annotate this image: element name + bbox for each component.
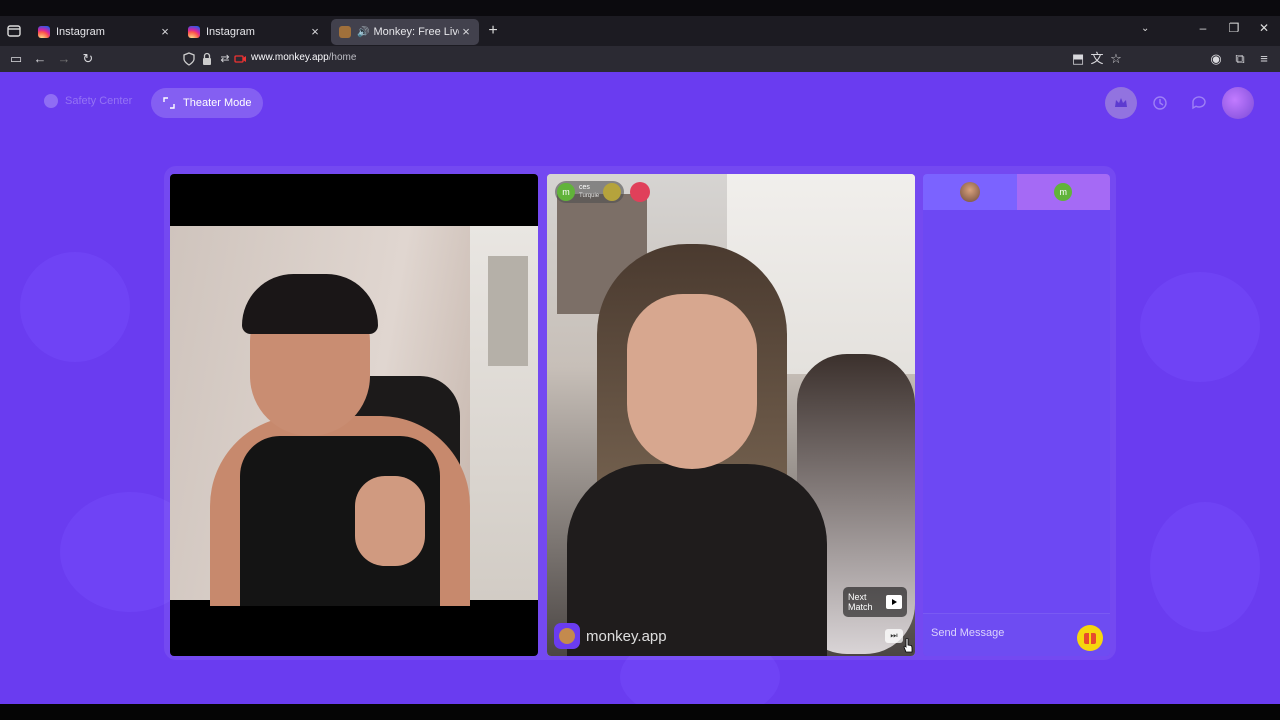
instagram-icon <box>38 26 50 38</box>
url-bar[interactable]: www.monkey.app/home <box>251 52 356 63</box>
tab-title: Monkey: Free Live Video Ch <box>373 26 459 38</box>
tab-bar: Instagram × Instagram × 🔊 Monkey: Free L… <box>0 16 1280 46</box>
camera-permission-icon[interactable] <box>232 51 248 67</box>
next-match-button[interactable]: Next Match <box>843 587 907 617</box>
chat-bubble-icon[interactable] <box>1183 87 1215 119</box>
expand-icon <box>163 97 175 109</box>
next-match-line1: Next <box>848 592 867 602</box>
chat-tab-monkey[interactable]: m <box>1016 174 1110 210</box>
partner-profile-badge[interactable]: m ces Turquie <box>555 181 625 203</box>
theater-mode-label: Theater Mode <box>183 97 252 109</box>
partner-video: m ces Turquie monkey.app Next Match ⏭ <box>547 174 915 656</box>
bookmark-star-icon[interactable]: ☆ <box>1108 51 1124 67</box>
person-hand <box>355 476 425 566</box>
lock-icon[interactable] <box>199 51 215 67</box>
tab-title: Instagram <box>206 26 255 38</box>
tab-title: Instagram <box>56 26 105 38</box>
monkey-initial: m <box>1054 183 1073 201</box>
self-video <box>170 174 538 656</box>
mouse-cursor-icon <box>903 638 913 653</box>
chat-tab-partner-avatar[interactable] <box>923 174 1017 210</box>
history-icon[interactable] <box>1144 87 1176 119</box>
partner-info: ces Turquie <box>579 184 599 200</box>
window-top-strip <box>0 0 1280 16</box>
chevron-down-icon[interactable]: ⌄ <box>1141 23 1149 34</box>
translate-icon[interactable]: 文 <box>1089 51 1105 67</box>
new-tab-button[interactable]: + <box>485 22 501 40</box>
next-match-label: Next Match <box>848 592 876 612</box>
background-blob <box>1150 502 1260 632</box>
nav-bar: ▭ ← → ↻ ⇄ www.monkey.app/home ⬒ 文 ☆ ◉ ⧉ … <box>0 46 1280 72</box>
profile-avatar[interactable] <box>1222 87 1254 119</box>
close-tab-icon[interactable]: × <box>308 25 322 39</box>
safety-center-label: Safety Center <box>65 95 133 107</box>
permissions-icon[interactable]: ⇄ <box>217 51 233 67</box>
chat-tabs: m <box>923 174 1110 210</box>
account-icon[interactable]: ◉ <box>1208 51 1224 67</box>
restore-icon[interactable]: ❐ <box>1224 21 1244 35</box>
partner-country: Turquie <box>579 193 600 199</box>
heart-icon <box>603 183 622 201</box>
extensions-icon[interactable]: ⧉ <box>1232 51 1248 67</box>
safety-center-link[interactable]: Safety Center <box>44 94 132 108</box>
shield-icon[interactable] <box>181 51 197 67</box>
tab-instagram-1[interactable]: Instagram × <box>30 19 178 45</box>
shield-icon <box>44 94 58 108</box>
menu-icon[interactable]: ≡ <box>1256 51 1272 67</box>
partner-badges: m ces Turquie <box>555 181 651 203</box>
tab-monkey[interactable]: 🔊 Monkey: Free Live Video Ch × <box>331 19 479 45</box>
forward-icon[interactable]: → <box>56 51 72 67</box>
partner-initial: m <box>557 183 575 201</box>
url-path: /home <box>328 52 357 63</box>
skip-icon[interactable]: ⏭ <box>885 629 903 643</box>
tab-instagram-2[interactable]: Instagram × <box>180 19 328 45</box>
person-face <box>627 294 757 469</box>
download-icon[interactable]: ⬒ <box>1070 51 1086 67</box>
reload-icon[interactable]: ↻ <box>80 51 96 67</box>
monkey-logo-icon <box>554 623 580 649</box>
minimize-icon[interactable]: – <box>1193 21 1213 35</box>
message-composer <box>923 613 1110 656</box>
partner-video-feed <box>547 174 915 656</box>
url-host: www.monkey.app <box>251 52 329 63</box>
sidebar-icon[interactable]: ▭ <box>8 51 24 67</box>
send-message-input[interactable] <box>931 624 1071 642</box>
speaker-icon[interactable]: 🔊 <box>357 27 369 38</box>
gift-icon <box>1084 632 1096 644</box>
background-window <box>488 256 528 366</box>
chat-panel: m <box>923 174 1110 656</box>
browser-chrome: Instagram × Instagram × 🔊 Monkey: Free L… <box>0 0 1280 72</box>
theater-mode-button[interactable]: Theater Mode <box>151 88 264 118</box>
tab-list-icon[interactable] <box>6 23 22 39</box>
background-blob <box>20 252 130 362</box>
gift-button[interactable] <box>1077 625 1103 651</box>
self-video-feed <box>170 226 538 606</box>
instagram-icon <box>188 26 200 38</box>
monkey-icon <box>339 26 351 38</box>
flag-icon[interactable] <box>630 182 651 202</box>
back-icon[interactable]: ← <box>32 51 48 67</box>
monkey-page: Safety Center Theater Mode m ces Turquie… <box>0 72 1280 704</box>
crown-icon[interactable] <box>1105 87 1137 119</box>
close-tab-icon[interactable]: × <box>158 25 172 39</box>
partner-name: ces <box>579 184 590 191</box>
close-window-icon[interactable]: ✕ <box>1254 21 1274 35</box>
monkey-watermark: monkey.app <box>554 623 667 649</box>
watermark-text: monkey.app <box>586 627 667 645</box>
person-beanie <box>242 274 378 334</box>
play-icon <box>886 595 902 609</box>
window-bottom-strip <box>0 704 1280 720</box>
background-blob <box>1140 272 1260 382</box>
partner-avatar <box>959 182 980 202</box>
close-tab-icon[interactable]: × <box>459 25 473 39</box>
next-match-line2: Match <box>848 602 873 612</box>
